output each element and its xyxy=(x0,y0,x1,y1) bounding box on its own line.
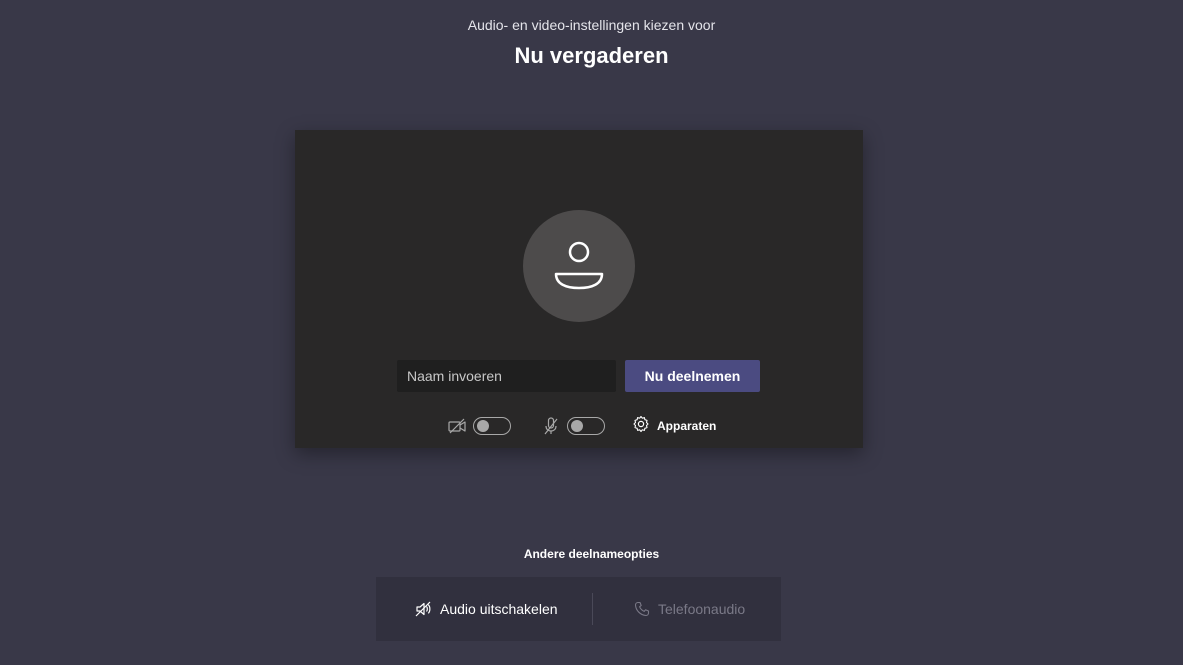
audio-off-button[interactable]: Audio uitschakelen xyxy=(414,577,558,641)
camera-off-icon xyxy=(447,416,467,436)
mic-toggle-knob xyxy=(571,420,583,432)
page-subtitle: Audio- en video-instellingen kiezen voor xyxy=(467,17,716,33)
devices-button[interactable]: Apparaten xyxy=(632,415,717,438)
phone-audio-label: Telefoonaudio xyxy=(658,601,746,617)
video-toggle[interactable] xyxy=(473,417,511,435)
devices-label: Apparaten xyxy=(657,419,717,433)
person-icon xyxy=(554,241,604,290)
mic-off-icon xyxy=(541,416,561,436)
options-divider xyxy=(592,593,593,625)
avatar xyxy=(523,210,635,322)
video-toggle-group xyxy=(447,416,511,436)
other-join-options-bar: Audio uitschakelen Telefoonaudio xyxy=(376,577,781,641)
other-join-options-label: Andere deelnameopties xyxy=(523,547,660,561)
gear-icon xyxy=(632,415,650,438)
audio-off-label: Audio uitschakelen xyxy=(440,601,558,617)
speaker-off-icon xyxy=(415,601,431,617)
phone-audio-button[interactable]: Telefoonaudio xyxy=(634,577,745,641)
join-now-button[interactable]: Nu deelnemen xyxy=(625,360,760,392)
mic-toggle[interactable] xyxy=(567,417,605,435)
phone-icon xyxy=(634,601,650,617)
name-input[interactable] xyxy=(397,360,616,392)
page-title: Nu vergaderen xyxy=(514,43,669,68)
mic-toggle-group xyxy=(541,416,605,436)
video-preview-card: Nu deelnemen xyxy=(295,130,863,448)
video-toggle-knob xyxy=(477,420,489,432)
